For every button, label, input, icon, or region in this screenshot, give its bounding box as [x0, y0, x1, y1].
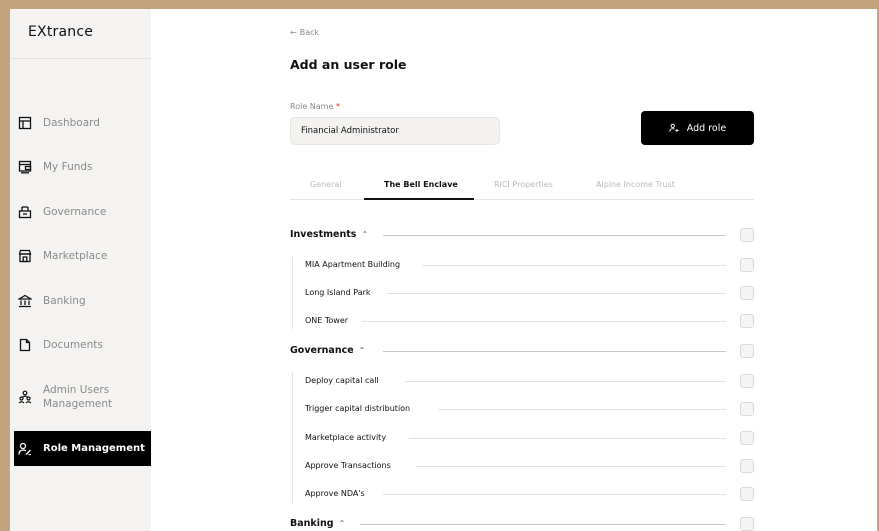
permission-row[interactable]: ONE Tower	[305, 314, 754, 328]
back-label: Back	[299, 28, 320, 37]
tab-alpine-income-trust[interactable]: Alpine Income Trust	[596, 180, 675, 189]
divider	[383, 494, 726, 495]
divider	[387, 293, 726, 294]
sidebar: EXtrance Dashboard My Funds Governance M	[10, 9, 151, 531]
divider	[416, 466, 726, 467]
add-role-label: Add role	[686, 122, 727, 134]
permission-label: Approve Transactions	[305, 461, 391, 470]
permission-label: Approve NDA's	[305, 489, 365, 498]
permission-checkbox[interactable]	[740, 431, 754, 445]
add-user-icon	[669, 123, 679, 133]
permission-label: Deploy capital call	[305, 376, 379, 385]
admin-users-icon	[18, 390, 32, 404]
permission-checkbox[interactable]	[740, 286, 754, 300]
tab-general[interactable]: General	[310, 180, 342, 189]
dashboard-icon	[18, 116, 32, 130]
permission-label: ONE Tower	[305, 316, 349, 325]
sidebar-item-label: Dashboard	[43, 117, 100, 129]
group-guide	[292, 257, 293, 329]
group-guide	[292, 373, 293, 503]
sidebar-item-governance[interactable]: Governance	[14, 194, 151, 230]
divider	[383, 351, 726, 352]
permission-checkbox[interactable]	[740, 402, 754, 416]
back-link[interactable]: ← Back	[290, 28, 319, 37]
permission-checkbox[interactable]	[740, 487, 754, 501]
permission-row[interactable]: Long Island Park	[305, 286, 754, 300]
divider	[405, 381, 726, 382]
marketplace-icon	[18, 249, 32, 263]
governance-icon	[18, 205, 32, 219]
sidebar-item-label: Governance	[43, 206, 107, 218]
main-content: ← Back Add an user role Role Name * Add …	[151, 9, 877, 531]
divider	[438, 409, 726, 410]
section-title: Investments	[290, 229, 357, 240]
app-window: EXtrance Dashboard My Funds Governance M	[10, 9, 877, 531]
role-icon	[18, 442, 32, 456]
tab-rici-properties[interactable]: RICI Properties	[494, 180, 553, 189]
divider	[383, 235, 726, 236]
role-name-input[interactable]	[290, 117, 500, 145]
add-role-button[interactable]: Add role	[641, 111, 754, 145]
arrow-left-icon: ←	[290, 28, 297, 37]
document-icon	[18, 338, 32, 352]
chevron-up-icon[interactable]: ⌃	[339, 517, 346, 531]
permission-row[interactable]: Marketplace activity	[305, 431, 754, 445]
section-checkbox[interactable]	[740, 517, 754, 531]
section-title: Governance	[290, 345, 354, 356]
permission-row[interactable]: Deploy capital call	[305, 374, 754, 388]
permission-checkbox[interactable]	[740, 374, 754, 388]
app-logo: EXtrance	[28, 24, 94, 40]
divider	[362, 321, 726, 322]
section-checkbox[interactable]	[740, 344, 754, 358]
permission-checkbox[interactable]	[740, 314, 754, 328]
permission-label: Long Island Park	[305, 288, 371, 297]
sidebar-item-marketplace[interactable]: Marketplace	[14, 238, 151, 274]
section-checkbox[interactable]	[740, 228, 754, 242]
permission-row[interactable]: Trigger capital distribution	[305, 402, 754, 416]
bank-icon	[18, 294, 32, 308]
sidebar-divider	[10, 58, 151, 59]
sidebar-item-my-funds[interactable]: My Funds	[14, 149, 151, 185]
funds-icon	[18, 160, 32, 174]
permission-label: Marketplace activity	[305, 433, 387, 442]
sidebar-item-label: Banking	[43, 295, 86, 307]
permission-checkbox[interactable]	[740, 258, 754, 272]
entity-tabs: General The Bell Enclave RICI Properties…	[290, 177, 754, 200]
permission-label: MIA Apartment Building	[305, 260, 401, 269]
sidebar-item-documents[interactable]: Documents	[14, 327, 151, 363]
active-tab-indicator	[364, 198, 474, 200]
sidebar-item-admin-users[interactable]: Admin Users Management	[14, 379, 151, 415]
divider	[422, 265, 726, 266]
permission-row[interactable]: MIA Apartment Building	[305, 258, 754, 272]
sidebar-item-label: Role Management	[43, 442, 145, 454]
section-governance[interactable]: Governance ⌃	[290, 344, 754, 358]
section-title: Banking	[290, 518, 334, 529]
section-banking[interactable]: Banking ⌃	[290, 517, 754, 531]
tab-the-bell-enclave[interactable]: The Bell Enclave	[384, 180, 458, 189]
divider	[409, 438, 726, 439]
sidebar-item-label: Marketplace	[43, 250, 108, 262]
page-title: Add an user role	[290, 57, 407, 72]
permission-label: Trigger capital distribution	[305, 404, 411, 413]
sidebar-item-label: My Funds	[43, 161, 93, 173]
chevron-up-icon[interactable]: ⌃	[361, 228, 368, 242]
sidebar-item-role-management[interactable]: Role Management	[14, 431, 151, 466]
required-marker: *	[335, 102, 340, 111]
sidebar-item-label: Documents	[43, 339, 103, 351]
role-name-label: Role Name *	[290, 102, 340, 111]
chevron-up-icon[interactable]: ⌃	[359, 344, 366, 358]
sidebar-item-label: Admin Users Management	[43, 384, 113, 410]
permission-row[interactable]: Approve Transactions	[305, 459, 754, 473]
permission-row[interactable]: Approve NDA's	[305, 487, 754, 501]
sidebar-item-banking[interactable]: Banking	[14, 283, 151, 319]
divider	[360, 524, 726, 525]
sidebar-item-dashboard[interactable]: Dashboard	[14, 105, 151, 141]
permission-checkbox[interactable]	[740, 459, 754, 473]
section-investments[interactable]: Investments ⌃	[290, 228, 754, 242]
